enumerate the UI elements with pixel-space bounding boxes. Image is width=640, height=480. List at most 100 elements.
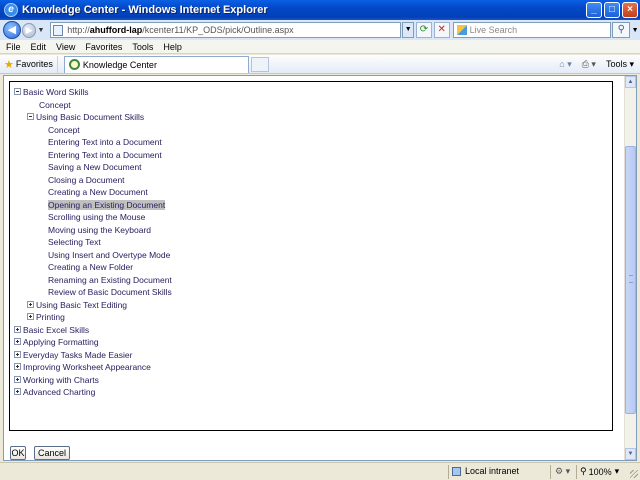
search-placeholder: Live Search xyxy=(469,25,518,35)
menu-view[interactable]: View xyxy=(52,42,79,52)
outline-item-label: Applying Formatting xyxy=(23,337,99,347)
outline-item[interactable]: Concept xyxy=(39,100,71,111)
status-bar: Local intranet ⚙ ▾ ⚲ 100% ▾ xyxy=(0,462,640,480)
outline-item-label: Using Insert and Overtype Mode xyxy=(48,249,171,260)
zoom-label: 100% xyxy=(588,466,612,477)
outline-item[interactable]: Review of Basic Document Skills xyxy=(48,287,172,298)
favorites-button[interactable]: ★ Favorites xyxy=(0,55,58,73)
scroll-thumb[interactable] xyxy=(625,146,636,414)
outline-item[interactable]: Using Basic Document Skills xyxy=(27,112,144,123)
outline-item[interactable]: Opening an Existing Document xyxy=(48,199,166,211)
outline-item-label: Scrolling using the Mouse xyxy=(48,212,146,222)
expand-icon[interactable] xyxy=(14,325,21,333)
outline-item-label: Using Basic Text Editing xyxy=(36,299,128,310)
back-button[interactable]: ◀ xyxy=(3,21,21,39)
collapse-icon[interactable] xyxy=(14,88,21,96)
outline-item-label: Basic Excel Skills xyxy=(23,324,90,335)
outline-item[interactable]: Working with Charts xyxy=(14,375,99,386)
menu-tools[interactable]: Tools xyxy=(128,42,157,52)
home-icon[interactable]: ⌂ ▾ xyxy=(559,59,571,70)
command-bar: ⌂ ▾ ⎙ ▾ Tools ▾ xyxy=(559,59,640,70)
address-input[interactable]: http://ahufford-lap/kcenter11/KP_ODS/pic… xyxy=(50,22,402,38)
url-prefix: http:// xyxy=(67,25,90,35)
expand-icon[interactable] xyxy=(27,300,34,308)
menu-help[interactable]: Help xyxy=(159,42,186,52)
status-separator xyxy=(550,465,551,479)
window-controls: _ □ × xyxy=(586,2,638,18)
outline-item-label: Creating a New Folder xyxy=(48,262,134,272)
outline-item[interactable]: Scrolling using the Mouse xyxy=(48,212,145,223)
search-input[interactable]: Live Search xyxy=(452,22,612,38)
outline-item-label: Printing xyxy=(36,312,65,322)
scroll-up-icon[interactable]: ▲ xyxy=(625,76,636,88)
outline-item[interactable]: Using Basic Text Editing xyxy=(27,300,127,311)
live-search-icon xyxy=(456,25,467,35)
outline-item[interactable]: Saving a New Document xyxy=(48,162,142,173)
security-zone[interactable]: Local intranet xyxy=(452,466,519,476)
ok-button[interactable]: OK xyxy=(10,446,26,460)
scroll-down-icon[interactable]: ▼ xyxy=(625,448,636,460)
outline-item[interactable]: Advanced Charting xyxy=(14,387,95,398)
close-button[interactable]: × xyxy=(622,2,638,18)
outline-item[interactable]: Moving using the Keyboard xyxy=(48,225,151,236)
outline-item[interactable]: Entering Text into a Document xyxy=(48,137,162,148)
tools-menu-button[interactable]: Tools ▾ xyxy=(606,59,634,70)
stop-icon[interactable]: ✕ xyxy=(433,22,450,38)
outline-item[interactable]: Renaming an Existing Document xyxy=(48,275,172,286)
minimize-button[interactable]: _ xyxy=(586,2,602,18)
refresh-icon[interactable]: ⟳ xyxy=(416,22,432,38)
history-dropdown-icon[interactable]: ▼ xyxy=(37,27,46,34)
expand-icon[interactable] xyxy=(14,338,21,346)
outline-item-label: Concept xyxy=(39,99,71,110)
expand-icon[interactable] xyxy=(27,313,34,321)
tab-knowledge-center[interactable]: Knowledge Center xyxy=(63,55,249,73)
outline-item[interactable]: Concept xyxy=(48,125,80,136)
new-tab-button[interactable] xyxy=(250,56,269,72)
favorites-label: Favorites xyxy=(15,59,53,69)
protected-mode-icon[interactable]: ⚙ ▾ xyxy=(555,466,570,477)
expand-icon[interactable] xyxy=(14,375,21,383)
print-icon[interactable]: ⎙ ▾ xyxy=(582,59,596,70)
outline-item[interactable]: Creating a New Document xyxy=(48,187,148,198)
outline-item[interactable]: Printing xyxy=(27,312,65,323)
zoom-icon: ⚲ xyxy=(580,466,587,476)
zoom-control[interactable]: ⚲ 100% ▾ xyxy=(580,466,619,477)
menu-bar: File Edit View Favorites Tools Help xyxy=(0,40,640,54)
expand-icon[interactable] xyxy=(14,388,21,396)
outline-item-label: Renaming an Existing Document xyxy=(48,274,172,285)
address-dropdown-icon[interactable]: ▼ xyxy=(402,22,415,38)
outline-item[interactable]: Applying Formatting xyxy=(14,337,99,348)
expand-icon[interactable] xyxy=(14,363,21,371)
expand-icon[interactable] xyxy=(14,350,21,358)
outline-item-label: Closing a Document xyxy=(48,174,125,185)
page-content: Basic Word Skills Concept Using Basic Docu… xyxy=(3,75,637,461)
outline-item[interactable]: Selecting Text xyxy=(48,237,101,248)
resize-grip-icon[interactable] xyxy=(630,470,638,478)
outline-item-label: Opening an Existing Document xyxy=(48,199,166,210)
outline-item-label: Creating a New Document xyxy=(48,187,148,197)
outline-item[interactable]: Using Insert and Overtype Mode xyxy=(48,250,170,261)
outline-item[interactable]: Basic Excel Skills xyxy=(14,325,89,336)
cancel-button[interactable]: Cancel xyxy=(34,446,70,460)
outline-item-label: Everyday Tasks Made Easier xyxy=(23,349,133,360)
forward-button[interactable]: ▶ xyxy=(21,22,37,38)
search-dropdown-icon[interactable]: ▼ xyxy=(630,27,640,34)
outline-item[interactable]: Closing a Document xyxy=(48,175,125,186)
tab-label: Knowledge Center xyxy=(82,59,157,70)
menu-favorites[interactable]: Favorites xyxy=(81,42,126,52)
outline-item[interactable]: Creating a New Folder xyxy=(48,262,133,273)
outline-item-label: Basic Word Skills xyxy=(23,87,89,97)
collapse-icon[interactable] xyxy=(27,113,34,121)
outline-item[interactable]: Entering Text into a Document xyxy=(48,150,162,161)
ie-icon: e xyxy=(4,3,18,17)
outline-item[interactable]: Basic Word Skills xyxy=(14,87,89,98)
maximize-button[interactable]: □ xyxy=(604,2,620,18)
outline-item[interactable]: Everyday Tasks Made Easier xyxy=(14,350,132,361)
menu-edit[interactable]: Edit xyxy=(27,42,51,52)
menu-file[interactable]: File xyxy=(2,42,25,52)
star-icon: ★ xyxy=(4,58,14,71)
vertical-scrollbar[interactable]: ▲ ▼ xyxy=(624,76,636,460)
tools-label: Tools xyxy=(605,58,627,69)
search-icon[interactable]: ⚲ xyxy=(612,22,631,38)
outline-item[interactable]: Improving Worksheet Appearance xyxy=(14,362,151,373)
